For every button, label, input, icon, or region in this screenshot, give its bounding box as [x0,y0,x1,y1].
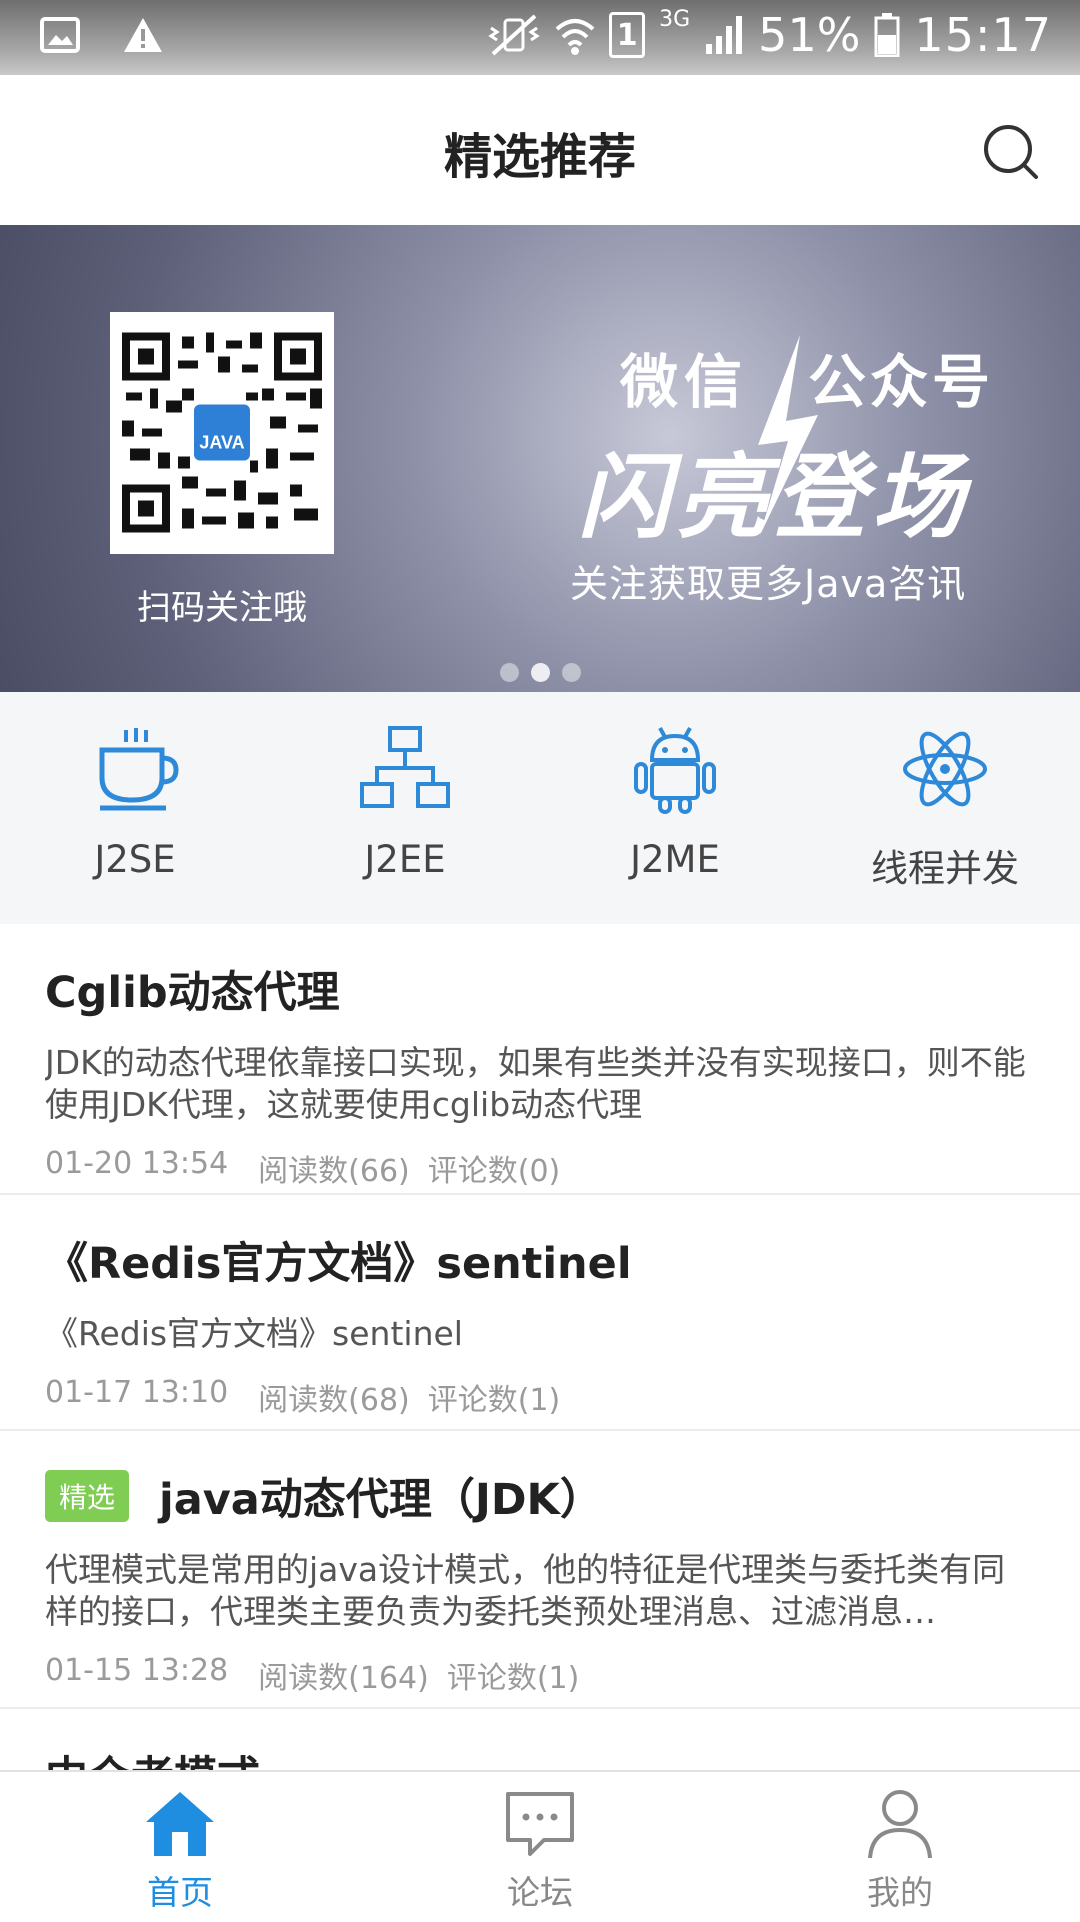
category-bar: J2SE J2EE J2ME 线程并发 [0,692,1080,924]
signal-icon [706,16,743,54]
comment-count: 评论数(1) [446,1661,580,1696]
nav-forum[interactable]: 论坛 [360,1772,720,1922]
featured-badge: 精选 [45,1470,130,1522]
carousel-dot-active[interactable] [530,663,550,682]
carousel-indicator [0,663,1080,682]
hierarchy-icon [360,726,450,808]
category-label: J2ME [630,838,720,881]
banner-title-left: 微信 [620,348,749,416]
article-date: 01-17 13:10 [45,1375,229,1410]
warning-icon [124,18,162,52]
battery-icon [874,13,900,57]
comment-count: 评论数(1) [427,1383,561,1418]
status-bar: 1 3G 51% 15:17 [0,0,1080,75]
article-title: 中介者模式 [45,1743,260,1770]
article-item[interactable]: 中介者模式 [0,1709,1080,1770]
android-icon [634,727,716,814]
comment-count: 评论数(0) [427,1154,561,1189]
chat-icon [506,1792,574,1856]
coffee-cup-icon [99,728,179,811]
promo-banner[interactable]: JAVA 扫码关注哦 微信 公众号 闪亮登场 关注获取更多Java咨讯 [0,225,1080,692]
nav-label: 我的 [867,1873,933,1912]
app-header: 精选推荐 [0,75,1080,225]
nav-label: 论坛 [507,1873,573,1912]
carousel-dot[interactable] [499,663,519,682]
article-summary: 《Redis官方文档》sentinel [45,1314,463,1353]
category-j2ee[interactable]: J2EE [270,692,540,924]
atom-icon [903,731,987,807]
read-count: 阅读数(164) [258,1661,429,1696]
nav-home[interactable]: 首页 [0,1772,360,1922]
qr-badge: JAVA [199,433,244,453]
category-label: J2EE [364,838,446,881]
category-concurrency[interactable]: 线程并发 [810,692,1080,924]
carousel-dot[interactable] [561,663,581,682]
wifi-icon [555,19,595,55]
article-meta: 01-20 13:54 阅读数(66) 评论数(0) [45,1146,1035,1190]
category-label: 线程并发 [871,847,1019,890]
category-j2me[interactable]: J2ME [540,692,810,924]
article-item[interactable]: 精选 java动态代理（JDK） 代理模式是常用的java设计模式，他的特征是代… [0,1431,1080,1709]
home-icon [146,1792,214,1856]
article-title: 《Redis官方文档》sentinel [45,1239,632,1289]
article-summary: JDK的动态代理依靠接口实现，如果有些类并没有实现接口，则不能使用JDK代理，这… [45,1043,1026,1124]
search-icon[interactable] [982,123,1042,183]
qr-code-image: JAVA [122,332,322,533]
network-type: 3G [659,6,691,32]
article-meta: 01-17 13:10 阅读数(68) 评论数(1) [45,1375,1035,1419]
page-title: 精选推荐 [443,129,636,185]
sim-indicator: 1 [609,12,646,58]
article-date: 01-15 13:28 [45,1653,229,1688]
battery-percent: 51% [758,8,861,62]
category-label: J2SE [94,838,176,881]
article-item[interactable]: 《Redis官方文档》sentinel 《Redis官方文档》sentinel … [0,1195,1080,1431]
read-count: 阅读数(68) [258,1383,410,1418]
banner-subtitle: 关注获取更多Java咨讯 [570,562,967,606]
article-list: Cglib动态代理 JDK的动态代理依靠接口实现，如果有些类并没有实现接口，则不… [0,924,1080,1770]
article-item[interactable]: Cglib动态代理 JDK的动态代理依靠接口实现，如果有些类并没有实现接口，则不… [0,924,1080,1195]
article-summary: 代理模式是常用的java设计模式，他的特征是代理类与委托类有同样的接口，代理类主… [45,1550,1006,1631]
image-notification-icon [40,17,80,53]
vibrate-mute-icon [488,14,540,56]
nav-profile[interactable]: 我的 [720,1772,1080,1922]
bottom-nav: 首页 论坛 我的 [0,1770,1080,1922]
read-count: 阅读数(66) [258,1154,410,1189]
article-title: Cglib动态代理 [45,968,340,1018]
clock: 15:17 [914,8,1052,62]
user-icon [868,1790,932,1859]
article-date: 01-20 13:54 [45,1146,229,1181]
banner-headline: 闪亮登场 [578,444,971,551]
category-j2se[interactable]: J2SE [0,692,270,924]
nav-label: 首页 [147,1873,213,1912]
qr-caption: 扫码关注哦 [137,588,307,628]
article-meta: 01-15 13:28 阅读数(164) 评论数(1) [45,1653,1035,1697]
qr-code: JAVA [110,312,334,554]
article-title: java动态代理（JDK） [159,1475,603,1525]
banner-title-right: 公众号 [808,348,995,416]
